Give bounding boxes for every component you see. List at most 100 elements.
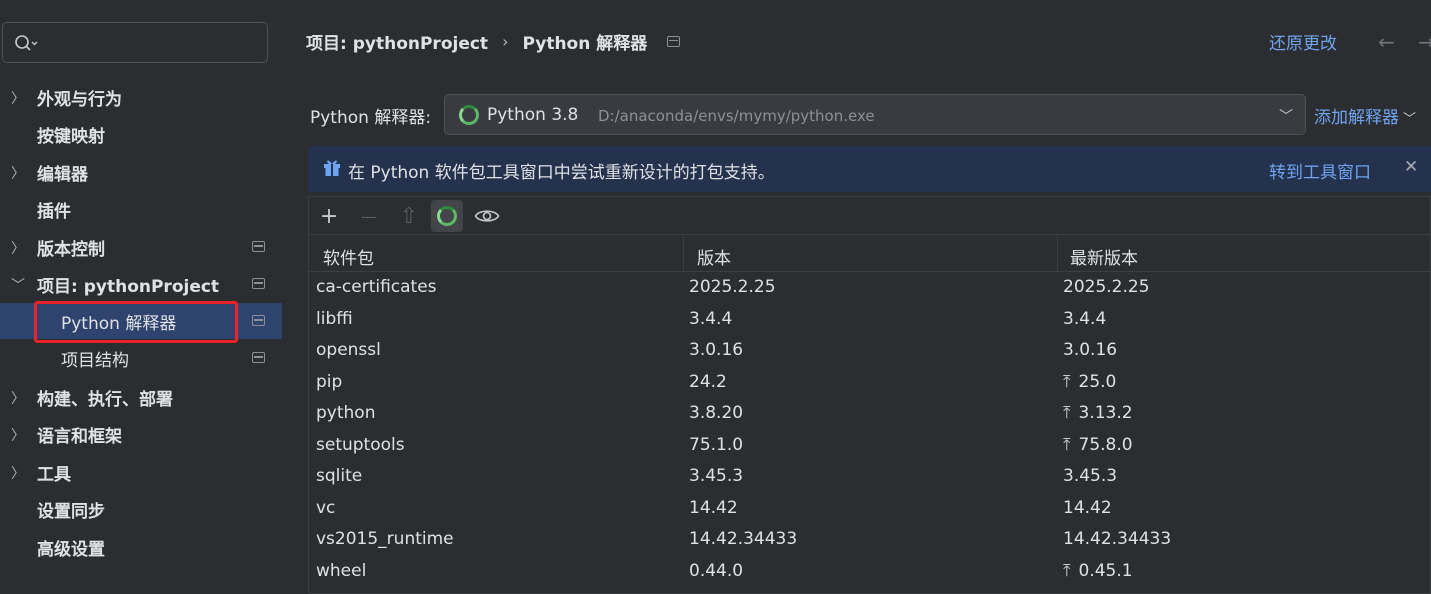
table-row[interactable]: wheel 0.44.0 ⤒ 0.45.1 xyxy=(309,557,1431,589)
package-latest-version: ⤒ 3.13.2 xyxy=(1063,403,1133,423)
chevron-down-icon[interactable]: ﹀ xyxy=(1279,106,1293,126)
sidebar-item-project[interactable]: ﹀ 项目: pythonProject xyxy=(0,266,282,302)
package-name: libffi xyxy=(316,308,353,329)
sidebar-item-label: 插件 xyxy=(37,201,71,222)
package-name: setuptools xyxy=(316,434,405,455)
table-row[interactable]: python 3.8.20 ⤒ 3.13.2 xyxy=(309,399,1431,431)
remove-package-button[interactable]: — xyxy=(353,200,385,232)
table-row[interactable]: libffi 3.4.4 3.4.4 xyxy=(309,305,1431,337)
chevron-down-icon: ﹀ xyxy=(1403,112,1417,127)
table-row[interactable]: setuptools 75.1.0 ⤒ 75.8.0 xyxy=(309,431,1431,463)
package-version: 75.1.0 xyxy=(689,434,744,455)
package-version: 3.0.16 xyxy=(689,340,744,360)
back-arrow-icon[interactable]: ← xyxy=(1378,30,1395,54)
table-row[interactable]: sqlite 3.45.3 3.45.3 xyxy=(309,462,1431,494)
package-latest-version: 3.4.4 xyxy=(1063,308,1107,329)
sidebar-item-label: 项目结构 xyxy=(61,350,129,371)
annotation-highlight-box xyxy=(34,301,238,343)
package-version: 3.4.4 xyxy=(689,308,733,329)
chevron-right-icon[interactable]: 〉 xyxy=(11,163,25,182)
package-latest-version: 3.0.16 xyxy=(1063,340,1118,360)
packages-toolbar: + — ⇧ xyxy=(309,197,1431,235)
forward-arrow-icon[interactable]: → xyxy=(1418,30,1431,54)
project-settings-icon xyxy=(667,35,681,47)
upgrade-available-icon: ⤒ xyxy=(1063,403,1071,423)
package-latest-version: 3.45.3 xyxy=(1063,466,1118,486)
chevron-right-icon[interactable]: 〉 xyxy=(11,238,25,257)
sidebar-item-label: 高级设置 xyxy=(37,539,105,560)
sidebar-item-label: 按键映射 xyxy=(37,126,105,147)
sidebar-item-version-control[interactable]: 〉 版本控制 xyxy=(0,229,282,265)
project-settings-icon xyxy=(252,241,265,252)
table-row[interactable]: pip 24.2 ⤒ 25.0 xyxy=(309,368,1431,400)
chevron-right-icon[interactable]: 〉 xyxy=(11,388,25,407)
goto-tool-window-link[interactable]: 转到工具窗口 xyxy=(1269,158,1371,183)
package-name: pip xyxy=(316,371,343,392)
settings-search-input[interactable] xyxy=(2,22,268,63)
sidebar-item-advanced[interactable]: 高级设置 xyxy=(0,529,282,565)
interpreter-label: Python 解释器: xyxy=(310,108,432,128)
chevron-down-icon[interactable]: ﹀ xyxy=(11,275,25,294)
chevron-right-icon[interactable]: 〉 xyxy=(11,88,25,107)
column-divider[interactable] xyxy=(683,236,684,272)
sidebar-item-appearance[interactable]: 〉 外观与行为 xyxy=(0,79,282,115)
show-early-releases-button[interactable] xyxy=(471,200,503,232)
package-version: 3.8.20 xyxy=(689,403,744,423)
package-latest-version: 14.42.34433 xyxy=(1063,529,1172,549)
column-header-latest[interactable]: 最新版本 xyxy=(1070,244,1138,269)
chevron-right-icon[interactable]: 〉 xyxy=(11,463,25,482)
chevron-right-icon[interactable]: 〉 xyxy=(11,425,25,444)
package-latest-version: ⤒ 75.8.0 xyxy=(1063,435,1133,455)
sidebar-item-project-structure[interactable]: 项目结构 xyxy=(0,340,282,376)
sidebar-item-keymap[interactable]: 按键映射 xyxy=(0,116,282,152)
sidebar-item-build-execution[interactable]: 〉 构建、执行、部署 xyxy=(0,379,282,415)
interpreter-name: Python 3.8 xyxy=(487,105,579,125)
column-header-package[interactable]: 软件包 xyxy=(323,244,374,269)
add-interpreter-button[interactable]: 添加解释器 ﹀ xyxy=(1314,103,1416,128)
table-row[interactable]: vc 14.42 14.42 xyxy=(309,494,1431,526)
restore-changes-link[interactable]: 还原更改 xyxy=(1269,29,1337,54)
conda-env-icon xyxy=(459,105,479,125)
project-settings-icon xyxy=(252,352,265,363)
add-interpreter-label: 添加解释器 xyxy=(1314,108,1399,128)
sidebar-item-label: 构建、执行、部署 xyxy=(37,389,173,410)
interpreter-select[interactable]: Python 3.8 D:/anaconda/envs/mymy/python.… xyxy=(444,94,1306,135)
sidebar-item-label: 语言和框架 xyxy=(37,426,122,447)
sidebar-item-label: 外观与行为 xyxy=(37,89,122,110)
package-version: 14.42.34433 xyxy=(689,529,798,549)
package-latest-version: ⤒ 0.45.1 xyxy=(1063,561,1133,581)
eye-icon xyxy=(474,210,500,222)
package-version: 2025.2.25 xyxy=(689,277,776,297)
sidebar-item-editor[interactable]: 〉 编辑器 xyxy=(0,154,282,190)
package-name: sqlite xyxy=(316,466,363,486)
column-divider[interactable] xyxy=(1057,236,1058,272)
table-row[interactable]: ca-certificates 2025.2.25 2025.2.25 xyxy=(309,273,1431,305)
package-name: openssl xyxy=(316,340,381,360)
sidebar-item-languages[interactable]: 〉 语言和框架 xyxy=(0,416,282,452)
search-icon xyxy=(15,35,38,51)
sidebar-item-settings-sync[interactable]: 设置同步 xyxy=(0,491,282,527)
table-row[interactable]: vs2015_runtime 14.42.34433 14.42.34433 xyxy=(309,525,1431,557)
column-header-version[interactable]: 版本 xyxy=(697,244,731,269)
upgrade-package-button[interactable]: ⇧ xyxy=(393,200,425,232)
conda-toggle-button[interactable] xyxy=(431,200,463,232)
sidebar-item-tools[interactable]: 〉 工具 xyxy=(0,454,282,490)
package-version: 14.42 xyxy=(689,497,738,518)
add-package-button[interactable]: + xyxy=(313,200,345,232)
breadcrumb-page: Python 解释器 xyxy=(522,33,648,54)
gift-icon xyxy=(324,160,340,176)
table-row[interactable]: openssl 3.0.16 3.0.16 xyxy=(309,336,1431,368)
close-icon[interactable]: ✕ xyxy=(1404,157,1418,177)
package-name: wheel xyxy=(316,560,367,581)
package-name: ca-certificates xyxy=(316,277,437,297)
latest-version-value: 75.8.0 xyxy=(1078,434,1133,455)
sidebar-item-label: 项目: pythonProject xyxy=(37,276,220,297)
info-banner: 在 Python 软件包工具窗口中尝试重新设计的打包支持。 转到工具窗口 ✕ xyxy=(308,146,1431,192)
sidebar-item-plugins[interactable]: 插件 xyxy=(0,191,282,227)
breadcrumb-project[interactable]: 项目: pythonProject xyxy=(306,29,488,54)
upgrade-available-icon: ⤒ xyxy=(1063,560,1071,581)
package-name: vc xyxy=(316,497,336,518)
settings-sidebar: 〉 外观与行为 按键映射 〉 编辑器 插件 〉 版本控制 ﹀ 项目: pytho… xyxy=(0,0,282,594)
package-version: 0.44.0 xyxy=(689,560,744,581)
sidebar-item-label: 版本控制 xyxy=(37,239,105,260)
